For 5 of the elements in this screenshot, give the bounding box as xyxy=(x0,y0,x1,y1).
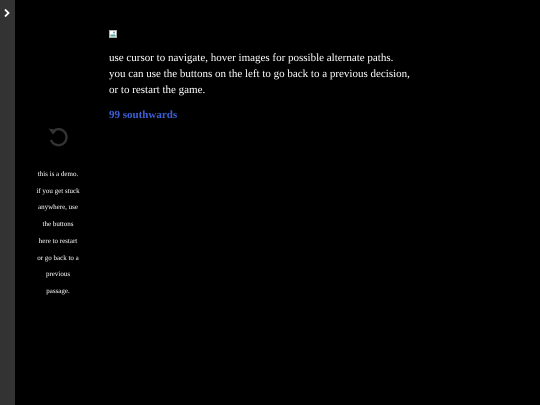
instruction-text: you can use the buttons on the left to go back to a previous decision, or to restart the game. xyxy=(109,67,411,98)
passage-link[interactable]: 99 southwards xyxy=(109,107,178,123)
chevron-right-icon xyxy=(2,8,12,18)
expand-button[interactable] xyxy=(2,6,12,16)
instruction-text: use cursor to navigate, hover images for possible alternate paths. xyxy=(109,51,394,66)
